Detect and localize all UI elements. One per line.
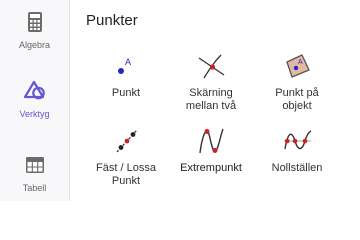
tool-attach-detach-point[interactable]: Fäst / Lossa Punkt bbox=[84, 125, 168, 188]
sidebar-item-verktyg[interactable]: Verktyg bbox=[0, 79, 69, 119]
tool-point-on-object[interactable]: A Punkt på objekt bbox=[255, 50, 339, 113]
table-icon bbox=[25, 157, 44, 173]
tools-panel: Punkter A Punkt Skärning mellan två A Pu… bbox=[70, 0, 360, 201]
svg-text:A: A bbox=[298, 59, 303, 66]
intersect-icon bbox=[198, 54, 225, 79]
tool-label: Nollställen bbox=[271, 162, 323, 174]
sidebar-item-label: Tabell bbox=[22, 183, 47, 193]
sidebar-item-label: Algebra bbox=[18, 40, 51, 50]
shapes-icon bbox=[23, 80, 45, 100]
sidebar: Algebra Verktyg Tabell bbox=[0, 0, 70, 201]
calculator-icon bbox=[27, 12, 42, 32]
point-on-object-icon: A bbox=[286, 54, 310, 78]
svg-text:A: A bbox=[125, 57, 131, 67]
roots-icon bbox=[284, 130, 312, 150]
app-window: Algebra Verktyg Tabell Punkter A Punkt S… bbox=[0, 0, 360, 201]
tool-label: Punkt bbox=[111, 87, 141, 99]
tool-label: Skärning mellan två bbox=[185, 87, 237, 112]
tool-label: Punkt på objekt bbox=[275, 87, 319, 112]
attach-detach-point-icon bbox=[116, 129, 138, 153]
point-icon: A bbox=[118, 57, 131, 74]
tool-label: Fäst / Lossa Punkt bbox=[96, 162, 156, 187]
tool-roots[interactable]: Nollställen bbox=[255, 125, 339, 175]
sidebar-item-algebra[interactable]: Algebra bbox=[0, 10, 69, 50]
tool-point[interactable]: A Punkt bbox=[84, 50, 168, 100]
tool-intersect[interactable]: Skärning mellan två bbox=[169, 50, 253, 113]
tool-label: Extrempunkt bbox=[180, 162, 242, 174]
section-title: Punkter bbox=[86, 12, 138, 29]
extremum-icon bbox=[199, 128, 224, 154]
sidebar-item-tabell[interactable]: Tabell bbox=[0, 153, 69, 193]
tool-extremum[interactable]: Extrempunkt bbox=[169, 125, 253, 175]
sidebar-item-label: Verktyg bbox=[19, 109, 50, 119]
